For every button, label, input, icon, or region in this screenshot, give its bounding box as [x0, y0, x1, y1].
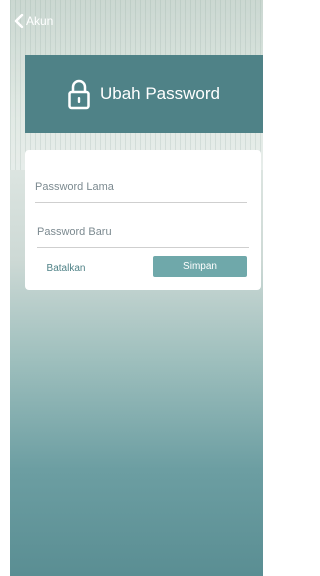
- page-header: Ubah Password: [25, 55, 263, 133]
- back-label: Akun: [26, 14, 54, 28]
- old-password-input[interactable]: [35, 176, 247, 203]
- cancel-button[interactable]: Batalkan: [36, 258, 96, 278]
- cancel-label: Batalkan: [46, 262, 86, 274]
- new-password-input[interactable]: [37, 221, 249, 248]
- save-button[interactable]: Simpan: [153, 256, 247, 277]
- page-title: Ubah Password: [99, 84, 220, 103]
- chevron-left-icon: [14, 14, 24, 28]
- save-label: Simpan: [183, 261, 217, 272]
- back-button[interactable]: Akun: [14, 14, 53, 28]
- lock-icon: [68, 79, 90, 110]
